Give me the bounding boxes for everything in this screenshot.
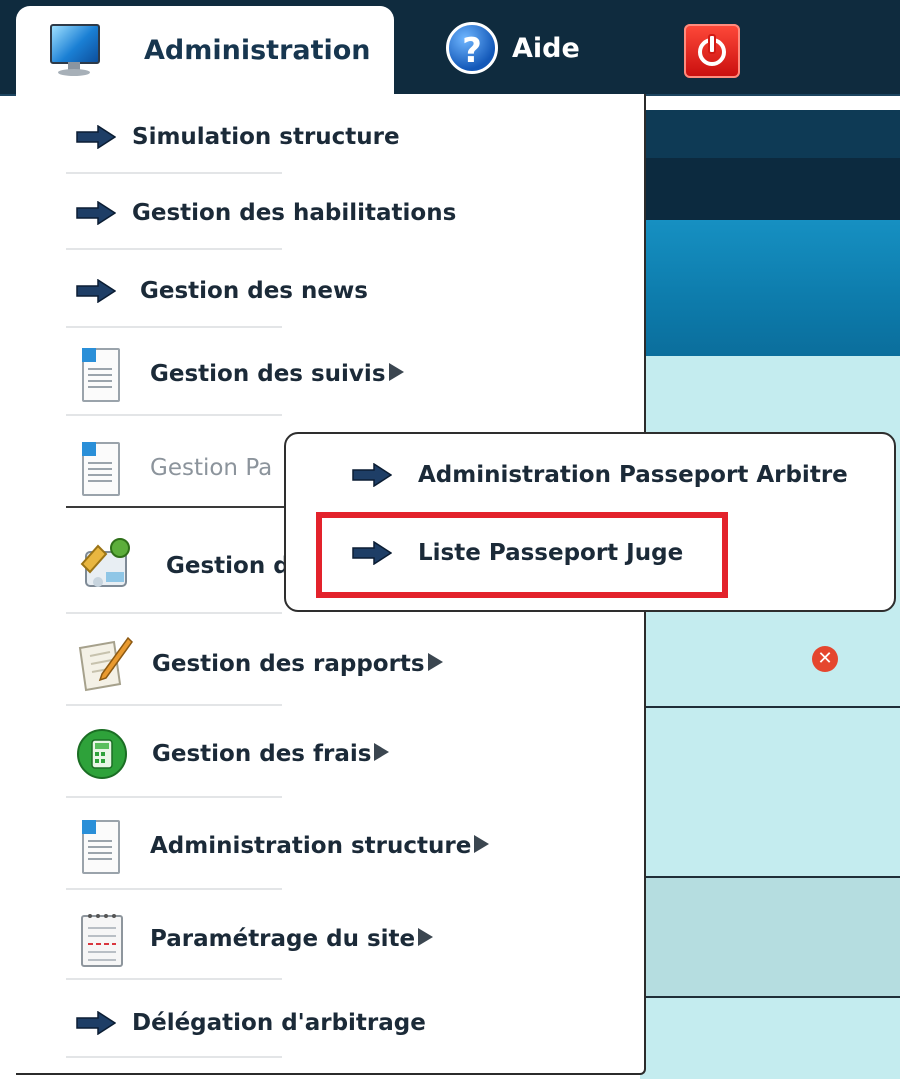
arrow-right-icon: [76, 1011, 116, 1035]
arrow-right-icon: [352, 463, 392, 487]
tab-administration[interactable]: Administration: [16, 6, 394, 94]
background-table-row-alt: [640, 878, 900, 996]
logout-power-icon[interactable]: [684, 24, 740, 78]
arrow-right-icon: [76, 201, 116, 225]
menu-item-label: Gestion des rapports: [152, 651, 425, 677]
help-question-icon: ?: [446, 22, 498, 74]
help-label: Aide: [512, 32, 580, 64]
background-banner: [640, 220, 900, 356]
background-subheader-strip: [640, 158, 900, 220]
document-icon: [78, 346, 122, 402]
menu-item-simulation-structure[interactable]: Simulation structure: [76, 124, 400, 150]
menu-separator: [66, 1056, 282, 1058]
tab-administration-label: Administration: [144, 34, 371, 66]
menu-item-label: Gestion d: [166, 553, 290, 579]
notebook-icon: [81, 914, 123, 967]
menu-separator: [66, 248, 282, 250]
delete-icon[interactable]: ✕: [812, 646, 838, 672]
menu-separator: [66, 888, 282, 890]
menu-item-gestion-rapports[interactable]: Gestion des rapports: [74, 634, 443, 694]
submenu-arrow-icon: [474, 835, 490, 853]
menu-item-label: Administration structure: [150, 833, 472, 859]
menu-item-label: Gestion des suivis: [150, 361, 386, 387]
submenu-arrow-icon: [427, 653, 443, 671]
submenu-item-administration-passeport-arbitre[interactable]: Administration Passeport Arbitre: [352, 462, 848, 488]
table-row-divider: [640, 706, 900, 708]
menu-item-label: Gestion des news: [140, 278, 368, 304]
document-icon: [78, 818, 122, 874]
submenu-arrow-icon: [374, 743, 390, 761]
help-menu-item[interactable]: ? Aide: [446, 22, 580, 74]
submenu-arrow-icon: [418, 928, 434, 946]
document-icon: [78, 440, 122, 496]
menu-item-gestion-frais[interactable]: Gestion des frais: [76, 728, 390, 780]
background-header-strip: [640, 110, 900, 158]
menu-item-gestion-news[interactable]: Gestion des news: [76, 278, 368, 304]
menu-separator: [66, 796, 282, 798]
submenu-item-label: Administration Passeport Arbitre: [418, 462, 848, 488]
calculator-icon: [77, 729, 127, 779]
highlight-annotation-box: [316, 512, 728, 598]
menu-item-label: Gestion des frais: [152, 741, 372, 767]
menu-item-label: Paramétrage du site: [150, 926, 416, 952]
menu-item-gestion-d[interactable]: Gestion d: [76, 534, 290, 598]
menu-separator: [66, 172, 282, 174]
menu-item-gestion-passeport[interactable]: Gestion Pa: [78, 440, 272, 496]
menu-item-gestion-habilitations[interactable]: Gestion des habilitations: [76, 200, 456, 226]
menu-separator: [66, 978, 282, 980]
menu-separator: [66, 414, 282, 416]
menu-item-administration-structure[interactable]: Administration structure: [78, 818, 490, 874]
menu-separator: [66, 326, 282, 328]
menu-item-parametrage-site[interactable]: Paramétrage du site: [78, 910, 434, 968]
table-row-divider: [640, 996, 900, 998]
menu-item-label: Délégation d'arbitrage: [132, 1010, 426, 1036]
menu-item-label: Gestion Pa: [150, 455, 273, 481]
tools-icon: [80, 538, 130, 587]
menu-item-gestion-suivis[interactable]: Gestion des suivis: [78, 346, 404, 402]
arrow-right-icon: [76, 125, 116, 149]
arrow-right-icon: [76, 279, 116, 303]
submenu-arrow-icon: [388, 363, 404, 381]
menu-item-label: Gestion des habilitations: [132, 200, 457, 226]
menu-separator: [66, 704, 282, 706]
notepad-pencil-icon: [78, 636, 133, 692]
menu-separator: [66, 612, 282, 614]
menu-item-label: Simulation structure: [132, 124, 400, 150]
monitor-icon: [48, 22, 100, 78]
table-row-divider: [640, 876, 900, 878]
menu-item-delegation-arbitrage[interactable]: Délégation d'arbitrage: [76, 1010, 426, 1036]
